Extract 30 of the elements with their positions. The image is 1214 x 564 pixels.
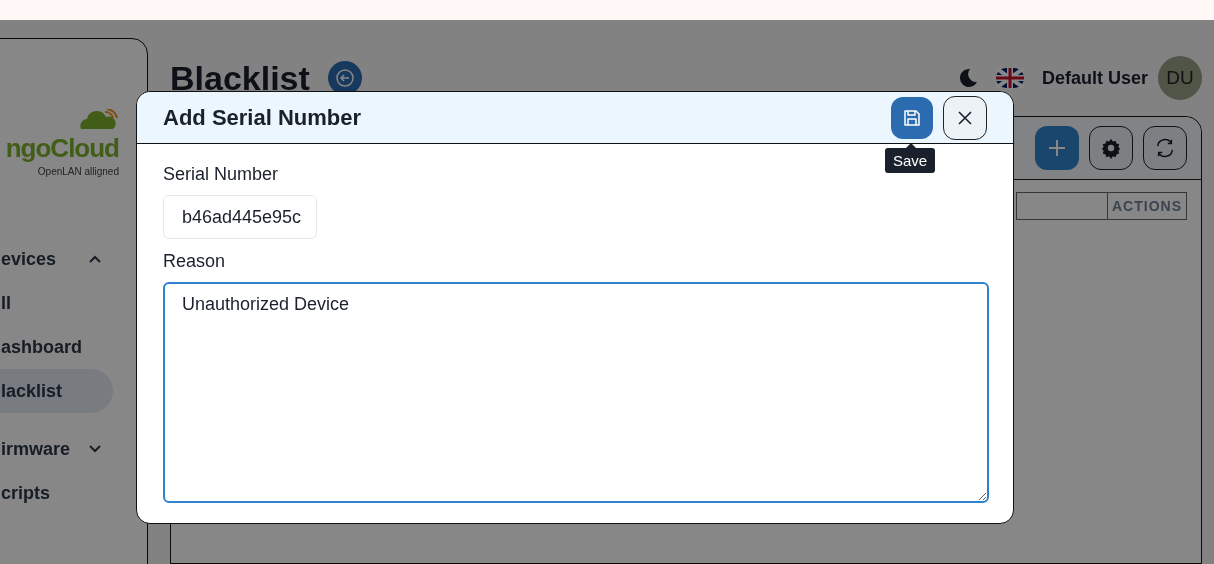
refresh-icon — [1154, 137, 1176, 159]
brand-name: ngoCloud — [5, 133, 119, 164]
dialog-title: Add Serial Number — [163, 104, 363, 131]
column-header: ACTIONS — [1107, 192, 1187, 220]
nav-item[interactable]: ll — [0, 281, 113, 325]
settings-button[interactable] — [1089, 126, 1133, 170]
user-avatar[interactable]: DU — [1158, 56, 1202, 100]
reason-field[interactable]: Unauthorized Device — [163, 282, 989, 503]
user-name: Default User — [1041, 67, 1148, 89]
field-label: Reason — [163, 251, 227, 272]
nav-group[interactable]: irmware — [0, 427, 113, 471]
field-label: Serial Number — [163, 164, 280, 185]
nav-group[interactable]: evices — [0, 237, 113, 281]
flag-icon[interactable] — [995, 68, 1024, 88]
chevron-up-icon — [89, 255, 101, 263]
save-button[interactable] — [891, 96, 933, 139]
close-icon — [956, 108, 974, 127]
close-button[interactable] — [943, 95, 987, 140]
serial-number-field[interactable]: b46ad445e95c — [163, 195, 317, 239]
brand-tagline: OpenLAN alligned — [37, 166, 119, 177]
page-title: Blacklist — [170, 58, 310, 98]
nav-item[interactable]: cripts — [0, 471, 113, 515]
chevron-down-icon — [89, 445, 101, 453]
refresh-button[interactable] — [1143, 126, 1187, 170]
add-button[interactable] — [1035, 126, 1079, 170]
plus-icon — [1047, 138, 1067, 158]
settings-icon — [1100, 137, 1122, 159]
moon-icon[interactable] — [957, 68, 978, 88]
nav-item[interactable]: lacklist — [0, 369, 113, 413]
nav-item[interactable]: ashboard — [0, 325, 113, 369]
